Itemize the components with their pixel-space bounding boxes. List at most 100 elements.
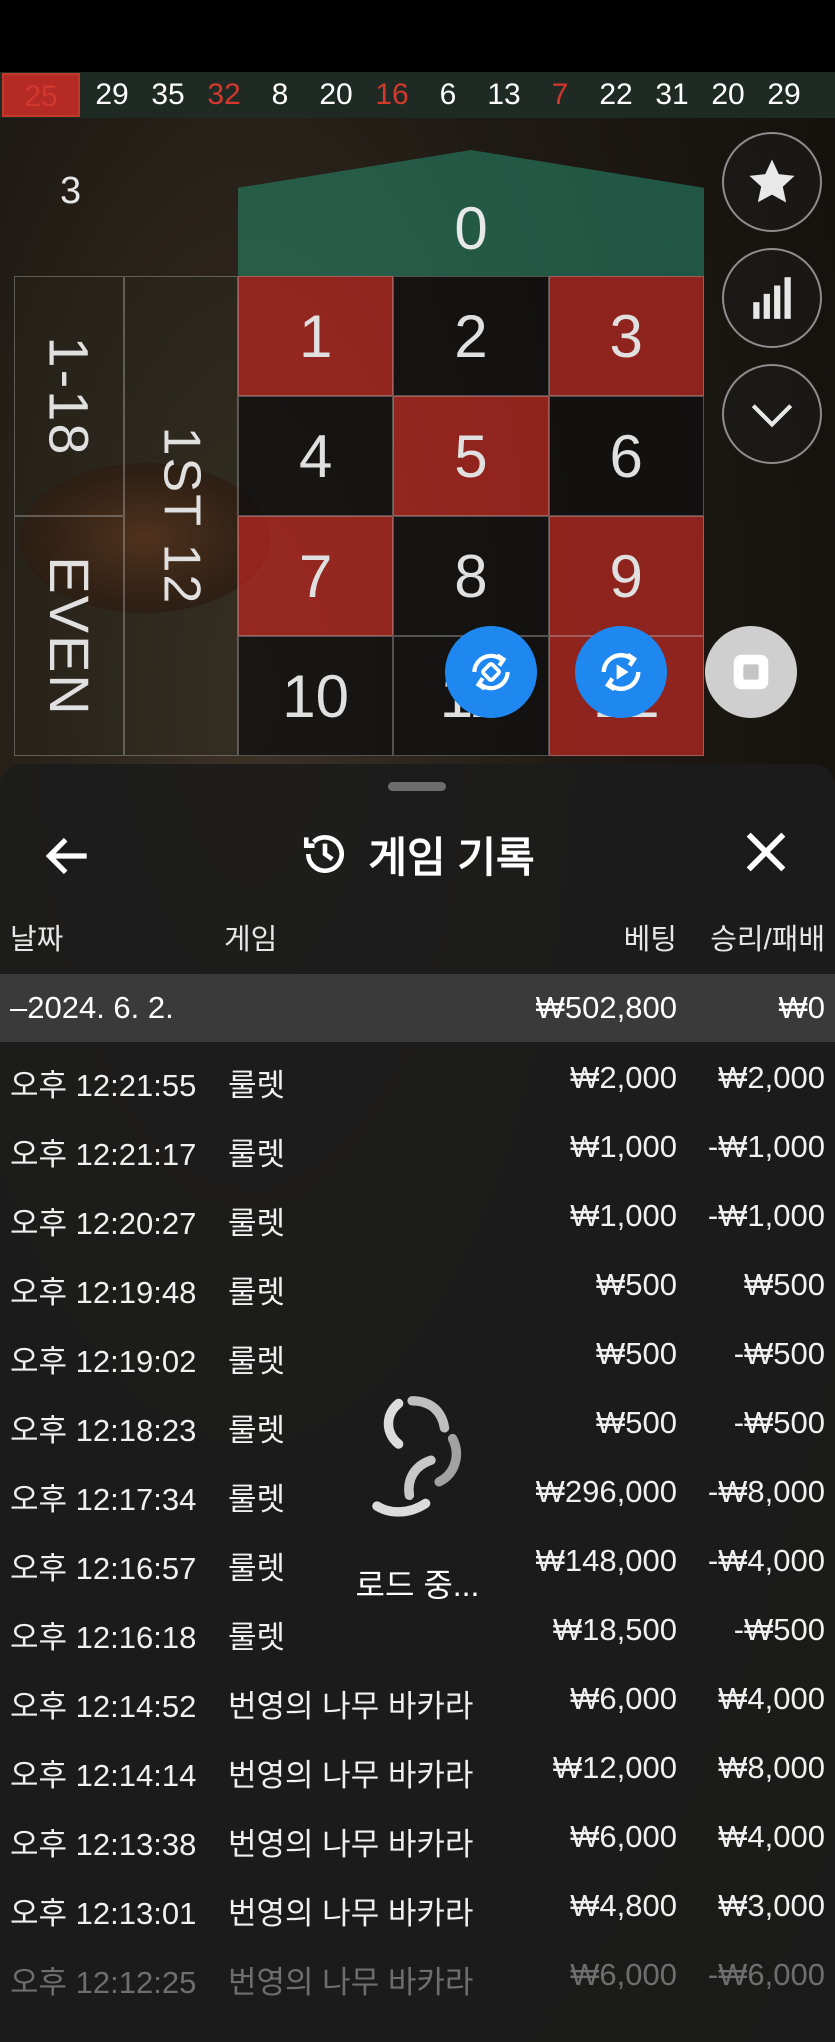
result-number: 32 <box>207 78 241 111</box>
bet-spot-low[interactable]: 1-18 <box>14 276 124 516</box>
sheet-title-wrap: 게임 기록 <box>0 804 835 904</box>
autoplay-button[interactable] <box>575 626 667 718</box>
bet-spot-number-label: 7 <box>298 542 333 610</box>
history-row-bet: ₩500 <box>596 1405 677 1440</box>
history-row[interactable]: 오후 12:19:02 룰렛 ₩500 -₩500 <box>0 1318 835 1387</box>
history-row[interactable]: 오후 12:21:55 룰렛 ₩2,000 ₩2,000 <box>0 1042 835 1111</box>
history-row-bet: ₩1,000 <box>570 1198 677 1233</box>
column-header-game: 게임 <box>224 924 278 956</box>
result-number: 20 <box>711 78 745 111</box>
history-row-bet: ₩12,000 <box>552 1750 677 1785</box>
bet-spot-number-label: 1 <box>298 302 333 370</box>
bet-spot-even[interactable]: EVEN <box>14 516 124 756</box>
history-row-time: 오후 12:16:57 <box>10 1551 197 1586</box>
history-row-game: 룰렛 <box>228 1413 286 1448</box>
history-row-time: 오후 12:19:02 <box>10 1344 197 1379</box>
bet-spot-number[interactable]: 6 <box>548 396 704 516</box>
history-row[interactable]: 오후 12:13:38 번영의 나무 바카라 ₩6,000 ₩4,000 <box>0 1801 835 1870</box>
history-row-game: 번영의 나무 바카라 <box>228 1896 474 1931</box>
history-row-game: 번영의 나무 바카라 <box>228 1689 474 1724</box>
bet-spot-number[interactable]: 4 <box>238 396 394 516</box>
history-row-bet: ₩500 <box>596 1336 677 1371</box>
history-row-result: -₩500 <box>733 1405 825 1440</box>
history-row-time: 오후 12:12:25 <box>10 1965 197 2000</box>
history-row[interactable]: 오후 12:14:14 번영의 나무 바카라 ₩12,000 ₩8,000 <box>0 1732 835 1801</box>
bet-spot-first-dozen[interactable]: 1ST 12 <box>124 276 238 756</box>
loading-spinner-icon <box>372 1396 461 1517</box>
even-label: EVEN <box>37 555 101 717</box>
sheet-drag-handle[interactable] <box>388 782 446 791</box>
history-row-game: 룰렛 <box>228 1551 286 1586</box>
result-number: 7 <box>551 78 569 111</box>
stop-icon <box>733 654 769 690</box>
history-row[interactable]: 오후 12:19:48 룰렛 ₩500 ₩500 <box>0 1249 835 1318</box>
stop-button[interactable] <box>705 626 797 718</box>
history-row-bet: ₩148,000 <box>535 1543 677 1578</box>
bet-spot-number[interactable]: 8 <box>393 516 549 636</box>
result-number: 22 <box>599 78 633 111</box>
result-number: 29 <box>95 78 129 111</box>
history-row-bet: ₩296,000 <box>535 1474 677 1509</box>
history-row-game: 룰렛 <box>228 1275 286 1310</box>
bet-spot-number-label: 2 <box>454 302 488 370</box>
column-header-result: 승리/패배 <box>710 924 825 956</box>
history-clock-icon <box>304 835 345 873</box>
history-row-result: -₩1,000 <box>707 1129 825 1164</box>
bet-spot-number[interactable]: 7 <box>238 516 394 636</box>
history-row-time: 오후 12:13:38 <box>10 1827 197 1862</box>
history-row-time: 오후 12:14:52 <box>10 1689 197 1724</box>
bet-spot-number[interactable]: 2 <box>393 276 549 396</box>
loading-text: 로드 중... <box>355 1567 480 1603</box>
history-row[interactable]: 오후 12:12:25 번영의 나무 바카라 ₩6,000 -₩6,000 <box>0 1939 835 2008</box>
bet-spot-number-label: 4 <box>298 422 333 490</box>
favorite-button[interactable] <box>722 132 822 232</box>
history-row-game: 룰렛 <box>228 1068 286 1103</box>
bet-spot-number-label: 6 <box>609 422 643 490</box>
history-row-bet: ₩6,000 <box>570 1957 677 1992</box>
result-number: 16 <box>375 78 409 111</box>
history-row[interactable]: 오후 12:13:01 번영의 나무 바카라 ₩4,800 ₩3,000 <box>0 1870 835 1939</box>
history-row-game: 번영의 나무 바카라 <box>228 1758 474 1793</box>
day-summary-date: –2024. 6. 2. <box>10 990 174 1025</box>
result-number: 29 <box>767 78 801 111</box>
bet-spot-zero[interactable]: 0 <box>238 150 704 276</box>
bet-spot-number[interactable]: 5 <box>393 396 549 516</box>
result-number: 20 <box>319 78 353 111</box>
history-row[interactable]: 오후 12:21:17 룰렛 ₩1,000 -₩1,000 <box>0 1111 835 1180</box>
history-row-game: 룰렛 <box>228 1206 286 1241</box>
history-row-game: 번영의 나무 바카라 <box>228 1965 474 2000</box>
latest-result: 25 <box>2 73 80 117</box>
history-row-bet: ₩6,000 <box>570 1681 677 1716</box>
history-row-result: -₩4,000 <box>707 1543 825 1578</box>
history-row-game: 룰렛 <box>228 1344 286 1379</box>
history-row[interactable]: 오후 12:14:52 번영의 나무 바카라 ₩6,000 ₩4,000 <box>0 1663 835 1732</box>
history-row-time: 오후 12:13:01 <box>10 1896 197 1931</box>
history-row-result: ₩4,000 <box>718 1681 825 1716</box>
repeat-bet-button[interactable] <box>445 626 537 718</box>
status-bar <box>0 0 835 72</box>
bet-spot-number[interactable]: 9 <box>548 516 704 636</box>
history-row-result: -₩8,000 <box>707 1474 825 1509</box>
history-row-game: 번영의 나무 바카라 <box>228 1827 474 1862</box>
history-row[interactable]: 오후 12:20:27 룰렛 ₩1,000 -₩1,000 <box>0 1180 835 1249</box>
statistics-button[interactable] <box>722 248 822 348</box>
history-row-result: -₩500 <box>733 1336 825 1371</box>
history-row-result: ₩8,000 <box>718 1750 825 1785</box>
bet-spot-number-label: 9 <box>609 542 643 610</box>
result-number: 6 <box>439 78 457 111</box>
history-row-bet: ₩6,000 <box>570 1819 677 1854</box>
dozen-label: 1ST 12 <box>152 426 210 606</box>
history-row-bet: ₩1,000 <box>570 1129 677 1164</box>
history-row-result: -₩1,000 <box>707 1198 825 1233</box>
history-row-bet: ₩2,000 <box>570 1060 677 1095</box>
history-row-bet: ₩18,500 <box>552 1612 677 1647</box>
day-summary-row[interactable]: –2024. 6. 2. ₩502,800 ₩0 <box>0 974 835 1042</box>
collapse-button[interactable] <box>722 364 822 464</box>
bet-spot-number[interactable]: 10 <box>238 636 394 756</box>
history-row-time: 오후 12:20:27 <box>10 1206 197 1241</box>
bet-spot-number[interactable]: 1 <box>238 276 394 396</box>
history-row-time: 오후 12:21:17 <box>10 1137 197 1172</box>
history-row-bet: ₩4,800 <box>570 1888 677 1923</box>
close-button[interactable] <box>740 826 796 882</box>
bet-spot-number[interactable]: 3 <box>548 276 704 396</box>
